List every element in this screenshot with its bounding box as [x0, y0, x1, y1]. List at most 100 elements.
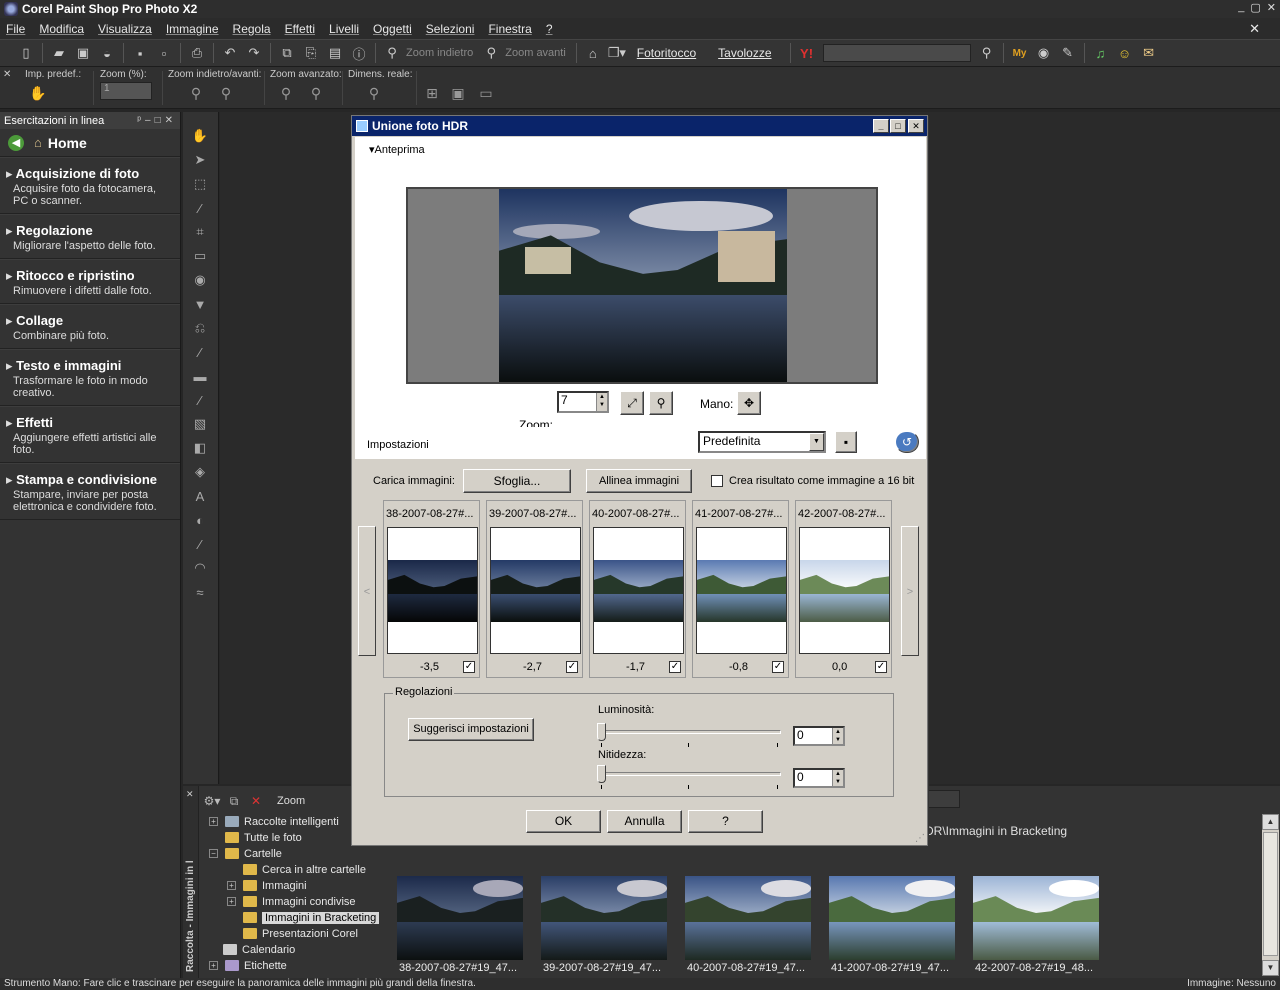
preset-value[interactable]: Predefinita [703, 434, 760, 448]
tree-label[interactable]: Tutte le foto [244, 832, 302, 844]
lighten-icon[interactable]: ▬ [190, 366, 210, 386]
crop-icon[interactable]: ⌗ [190, 222, 210, 242]
selection-icon[interactable]: ⬚ [190, 174, 210, 194]
slider-handle[interactable] [597, 765, 606, 783]
image-thumbnail[interactable] [696, 527, 787, 654]
expand-icon[interactable]: + [227, 881, 236, 890]
mail-icon[interactable]: ✉ [1139, 43, 1159, 63]
zoom-in-icon[interactable]: ⚲ [216, 83, 236, 103]
document-close-icon[interactable]: ✕ [1249, 21, 1260, 37]
preview-toggle[interactable]: ▾Anteprima [369, 143, 425, 156]
tree-label[interactable]: Presentazioni Corel [262, 928, 358, 940]
image-thumbnail[interactable] [387, 527, 478, 654]
expand-icon[interactable]: + [209, 817, 218, 826]
tree-label-selected[interactable]: Immagini in Bracketing [262, 911, 380, 924]
minimize-button[interactable]: _ [1238, 1, 1244, 14]
luminosita-field[interactable]: 0 ▲ ▼ [793, 726, 845, 746]
hdr-image-card[interactable]: 42-2007-08-27#... 0,0 ✓ [795, 500, 892, 678]
tree-item-bracketing[interactable]: Immagini in Bracketing [243, 910, 380, 925]
sfoglia-button[interactable]: Sfoglia... [463, 469, 571, 493]
menu-help[interactable]: ? [546, 22, 553, 36]
luminosita-slider[interactable] [597, 723, 781, 747]
preview-header-label[interactable]: Anteprima [375, 144, 425, 156]
home-label[interactable]: Home [48, 135, 87, 151]
actual-size-icon[interactable]: ⚲ [364, 83, 384, 103]
makeover-icon[interactable]: ▼ [190, 294, 210, 314]
lc-item-title[interactable]: Testo e immagini [6, 358, 174, 374]
lc-item-regolazione[interactable]: Regolazione Migliorare l'aspetto delle f… [0, 214, 180, 259]
tool-icon[interactable]: ✎ [1058, 43, 1078, 63]
fit-preview-button[interactable]: ⤢ [620, 391, 644, 415]
luminosita-value[interactable]: 0 [797, 728, 804, 742]
hdr-image-card[interactable]: 41-2007-08-27#... -0,8 ✓ [692, 500, 789, 678]
tree-item-condivise[interactable]: + Immagini condivise [227, 894, 356, 909]
nitidezza-slider[interactable] [597, 765, 781, 789]
lc-item-ritocco[interactable]: Ritocco e ripristino Rimuovere i difetti… [0, 259, 180, 304]
zoom-advanced-in-icon[interactable]: ⚲ [306, 83, 326, 103]
preset-select[interactable]: Predefinita ▼ [698, 431, 826, 453]
menu-selezioni[interactable]: Selezioni [426, 22, 475, 36]
panel-controls[interactable]: ᵖ–□✕ [137, 115, 177, 126]
include-checkbox[interactable]: ✓ [772, 661, 784, 673]
lc-item-title[interactable]: Collage [6, 313, 174, 329]
my-yahoo-icon[interactable]: My [1010, 43, 1030, 63]
fill-icon[interactable]: ◈ [190, 462, 210, 482]
search-input[interactable] [822, 44, 971, 62]
music-icon[interactable]: ♫ [1091, 43, 1111, 63]
red-eye-icon[interactable]: ◉ [190, 270, 210, 290]
tree-item-calendario[interactable]: Calendario [223, 942, 295, 957]
organizer-thumbnail[interactable] [541, 876, 667, 960]
resize-icon[interactable]: ⧉ [277, 43, 297, 63]
lc-item-stampa[interactable]: Stampa e condivisione Stampare, inviare … [0, 463, 180, 520]
fit-image-icon[interactable]: ▣ [448, 83, 468, 103]
zoom-in-icon[interactable]: ⚲ [481, 43, 501, 63]
organizer-thumbnail[interactable] [829, 876, 955, 960]
menu-finestra[interactable]: Finestra [488, 22, 531, 36]
next-images-button[interactable]: > [901, 526, 919, 656]
help-button[interactable]: ? [688, 810, 763, 833]
spin-arrows-icon[interactable]: ▲ ▼ [596, 393, 607, 411]
zoom-out-icon[interactable]: ⚲ [382, 43, 402, 63]
include-checkbox[interactable]: ✓ [669, 661, 681, 673]
tree-item-cerca[interactable]: Cerca in altre cartelle [243, 862, 366, 877]
nitidezza-field[interactable]: 0 ▲ ▼ [793, 768, 845, 788]
image-thumbnail[interactable] [593, 527, 684, 654]
hdr-image-card[interactable]: 38-2007-08-27#... -3,5 ✓ [383, 500, 480, 678]
slider-handle[interactable] [597, 723, 606, 741]
delete-icon[interactable]: ✕ [245, 792, 267, 810]
spin-arrows-icon[interactable]: ▲ ▼ [832, 770, 843, 786]
include-checkbox[interactable]: ✓ [566, 661, 578, 673]
annulla-button[interactable]: Annulla [607, 810, 682, 833]
home-icon[interactable]: ⌂ [34, 135, 42, 150]
dropper-icon[interactable]: ⁄ [190, 198, 210, 218]
organizer-scrollbar[interactable]: ▲ ▼ [1262, 814, 1279, 976]
pen-icon[interactable]: ∕ [190, 534, 210, 554]
hdr-image-card[interactable]: 39-2007-08-27#... -2,7 ✓ [486, 500, 583, 678]
organizer-thumbnail[interactable] [973, 876, 1099, 960]
back-arrow-icon[interactable]: ◀ [8, 134, 24, 151]
menu-file[interactable]: File [6, 22, 25, 36]
tree-label[interactable]: Raccolte intelligenti [244, 816, 339, 828]
zoom-indietro-label[interactable]: Zoom indietro [406, 47, 473, 59]
pan-hand-icon[interactable]: ✋ [190, 126, 210, 146]
include-checkbox[interactable]: ✓ [463, 661, 475, 673]
dialog-minimize-button[interactable]: _ [873, 119, 889, 133]
prev-images-button[interactable]: < [358, 526, 376, 656]
zoom-tool-button[interactable]: ⚲ [649, 391, 673, 415]
expand-icon[interactable]: + [209, 961, 218, 970]
lc-item-title[interactable]: Acquisizione di foto [6, 166, 174, 182]
eraser-icon[interactable]: ◧ [190, 438, 210, 458]
photo-icon[interactable]: ◉ [1034, 43, 1054, 63]
lc-item-effetti[interactable]: Effetti Aggiungere effetti artistici all… [0, 406, 180, 463]
lc-item-acquisizione[interactable]: Acquisizione di foto Acquisire foto da f… [0, 157, 180, 214]
collapse-icon[interactable]: − [209, 849, 218, 858]
reset-icon[interactable]: ↺ [895, 431, 919, 453]
search-icon[interactable]: ⚲ [977, 43, 997, 63]
straighten-icon[interactable]: ▭ [190, 246, 210, 266]
tree-label[interactable]: Cartelle [244, 848, 282, 860]
organizer-zoom-label[interactable]: Zoom [277, 795, 305, 807]
fit-screen-icon[interactable]: ▭ [476, 83, 496, 103]
image-thumbnail[interactable] [799, 527, 890, 654]
zoom-spin-value[interactable]: 7 [561, 393, 568, 407]
preview-image[interactable] [499, 189, 787, 382]
